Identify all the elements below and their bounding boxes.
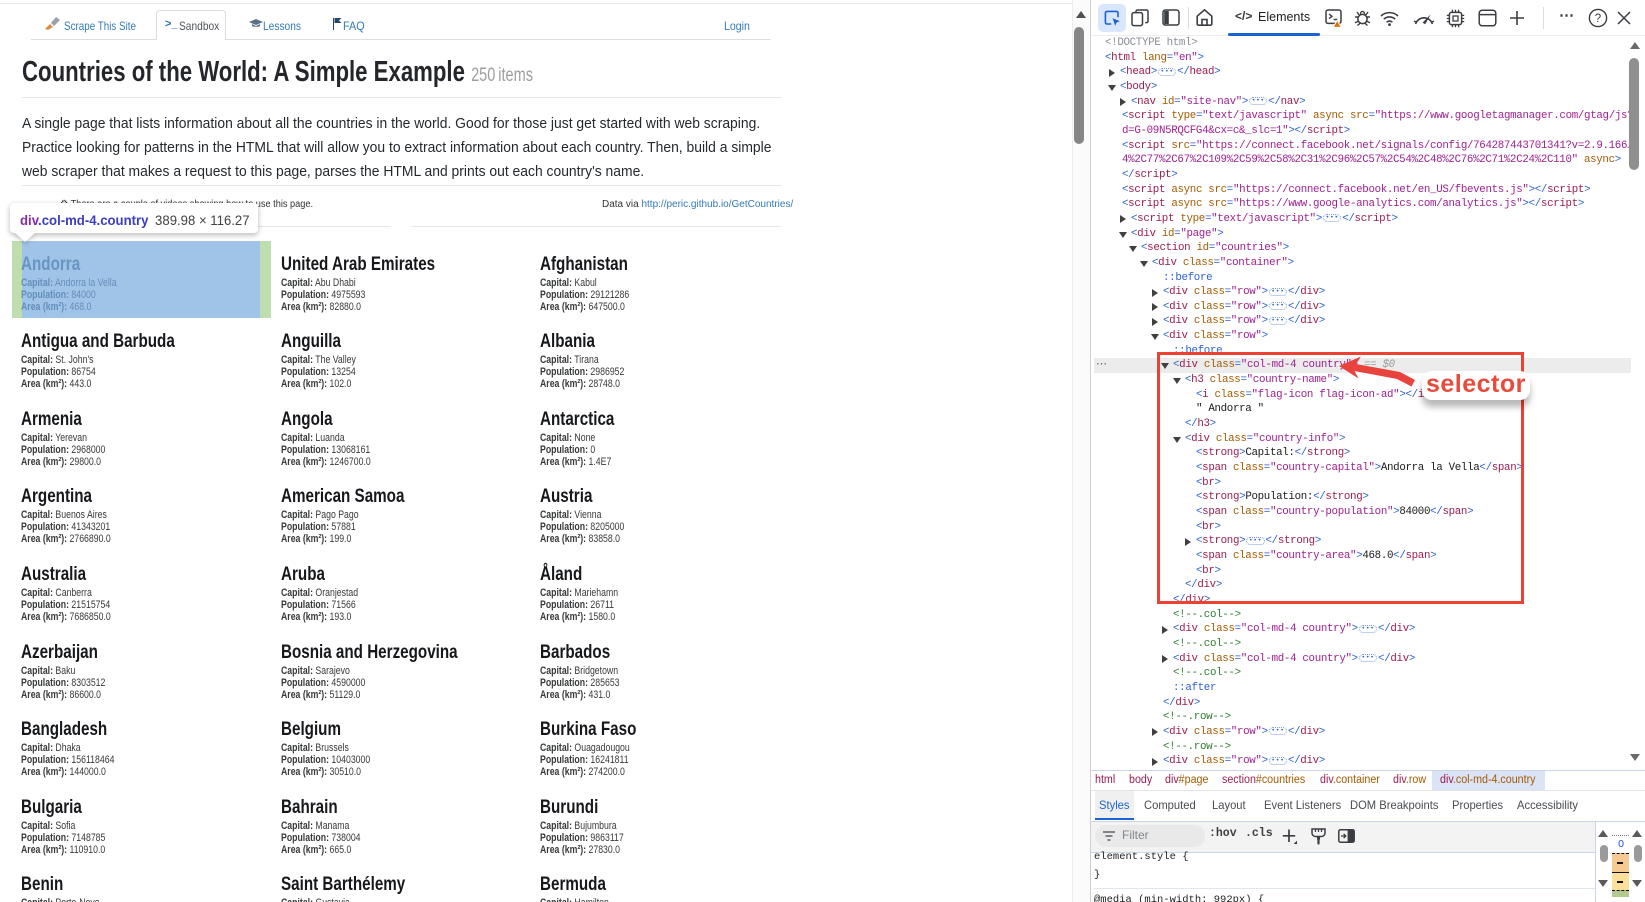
svg-text:?: ? — [1595, 13, 1601, 25]
